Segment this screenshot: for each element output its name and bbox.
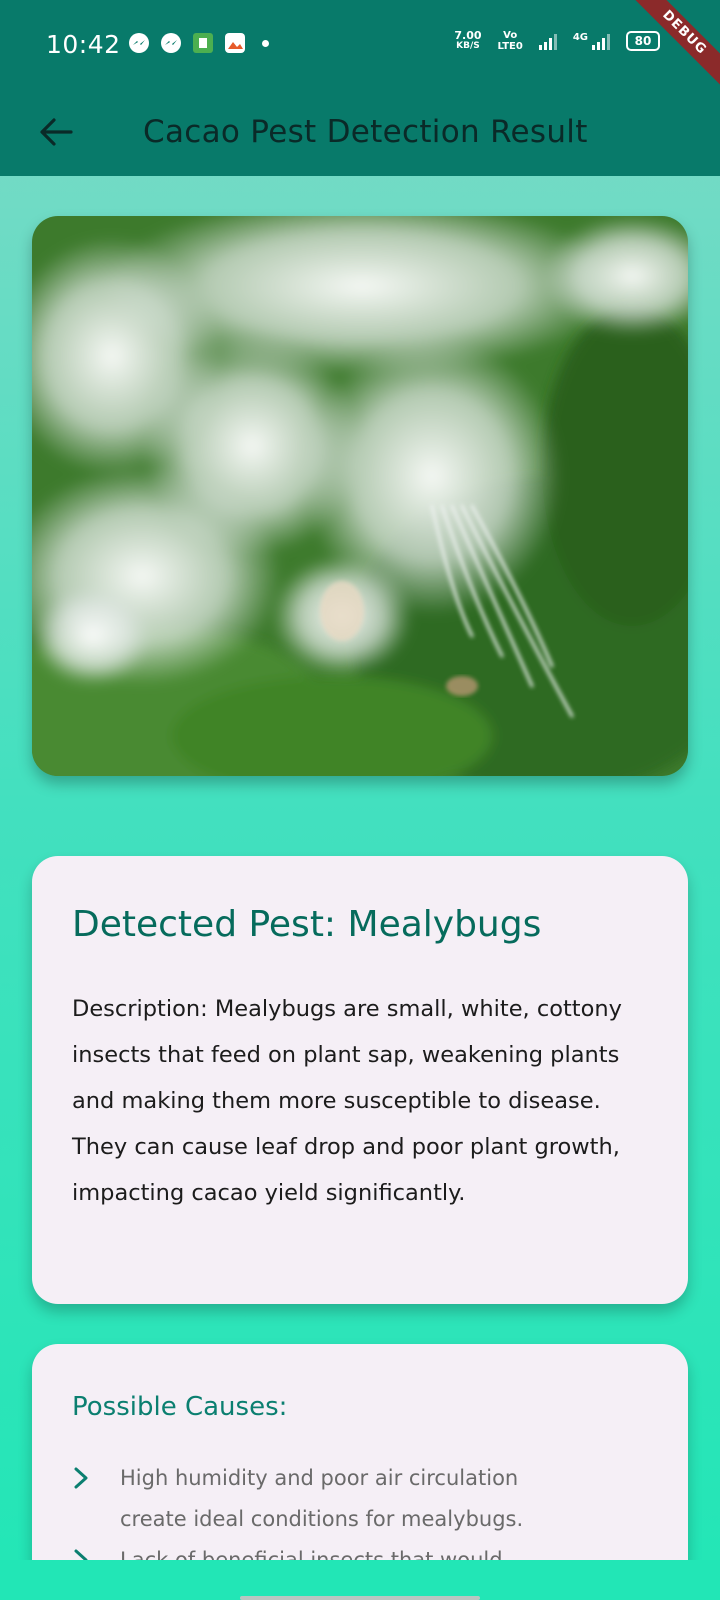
gallery-icon [224,32,246,54]
arrow-left-icon [40,118,73,146]
messenger-icon [128,32,150,54]
volte-indicator: Vo LTE0 [498,30,523,52]
network-speed: 7.00 KB/S [454,30,481,52]
status-indicators: 7.00 KB/S Vo LTE0 4G 80 [454,30,660,52]
status-time: 10:42 [46,30,121,59]
notification-icons [128,32,269,54]
app-bar: Cacao Pest Detection Result [0,90,720,176]
pest-description: Description: Mealybugs are small, white,… [72,996,622,1206]
detected-pest-card: Detected Pest: Mealybugs Description: Me… [32,856,688,1304]
detected-pest-title: Detected Pest: Mealybugs [72,904,542,945]
battery-icon: 80 [626,31,660,51]
cause-item: High humidity and poor air circulation c… [72,1458,672,1540]
bottom-clip [0,1560,720,1600]
messenger-icon [160,32,182,54]
signal-icon-2 [592,32,610,50]
volte-bottom: LTE0 [497,41,523,52]
signal-icon [538,32,557,50]
volte-top: Vo [503,30,518,41]
back-button[interactable] [36,112,76,152]
possible-causes-title: Possible Causes: [72,1392,288,1422]
pest-image [32,216,688,776]
chevron-right-icon [72,1458,120,1498]
page-title: Cacao Pest Detection Result [143,114,588,150]
status-bar: 10:42 7.00 KB/S Vo LTE0 4G 80 DEBUG [0,0,720,91]
speed-unit: KB/S [456,41,480,51]
navigation-handle[interactable] [240,1596,480,1600]
cause-text: High humidity and poor air circulation c… [120,1466,524,1531]
more-notifications-dot [262,39,269,47]
app-icon [192,32,214,54]
network-type: 4G [572,31,588,43]
battery-level: 80 [634,34,652,48]
